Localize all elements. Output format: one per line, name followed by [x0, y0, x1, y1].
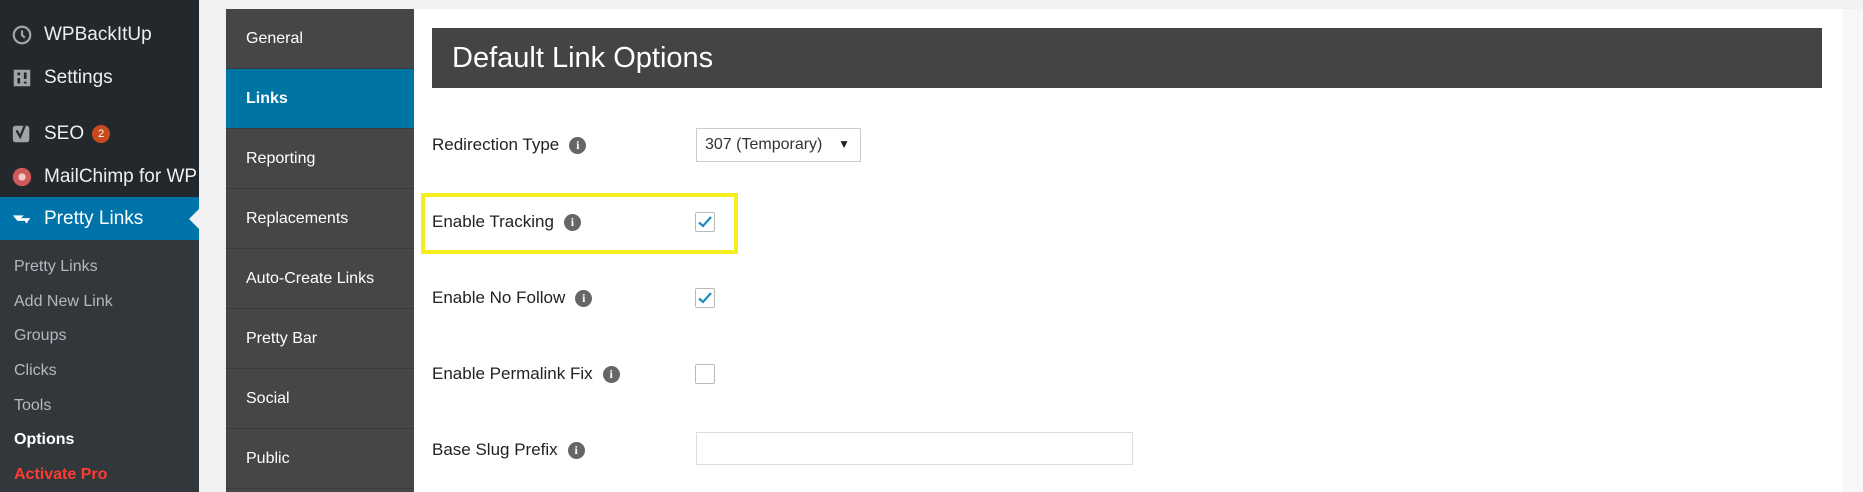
enable-no-follow-checkbox[interactable] [695, 288, 715, 308]
submenu-options[interactable]: Options [14, 431, 74, 449]
mailchimp-icon [10, 165, 34, 189]
checkmark-icon [698, 292, 712, 304]
info-icon[interactable]: i [567, 441, 585, 459]
info-icon[interactable]: i [563, 213, 581, 231]
menu-item-pretty-links[interactable]: Pretty Links [0, 197, 199, 240]
tab-links[interactable]: Links [226, 69, 414, 129]
submenu-clicks[interactable]: Clicks [14, 362, 57, 380]
submenu-pretty-links[interactable]: Pretty Links [14, 258, 98, 276]
menu-item-seo[interactable]: SEO 2 [0, 112, 199, 155]
enable-tracking-checkbox[interactable] [695, 212, 715, 232]
menu-item-label: SEO [44, 122, 85, 144]
tab-auto-create-links[interactable]: Auto-Create Links [226, 249, 414, 309]
menu-item-mailchimp[interactable]: MailChimp for WP [0, 155, 199, 198]
yoast-icon [10, 122, 34, 146]
submenu-tools[interactable]: Tools [14, 397, 51, 415]
update-count-badge: 2 [92, 124, 111, 143]
redirection-type-label: Redirection Type i [432, 135, 587, 155]
label-text: Enable Permalink Fix [432, 364, 593, 383]
info-icon[interactable]: i [575, 289, 593, 307]
tab-public[interactable]: Public [226, 429, 414, 489]
tab-replacements[interactable]: Replacements [226, 189, 414, 249]
clock-icon [10, 23, 34, 47]
base-slug-prefix-input[interactable] [696, 432, 1133, 465]
settings-icon [10, 66, 34, 90]
enable-no-follow-label: Enable No Follow i [432, 288, 593, 308]
tab-social[interactable]: Social [226, 369, 414, 429]
info-icon[interactable]: i [569, 136, 587, 154]
label-text: Enable Tracking [432, 212, 554, 231]
select-value: 307 (Temporary) [705, 136, 823, 153]
sidebar-top-edge [0, 0, 199, 10]
section-title: Default Link Options [452, 41, 714, 74]
pretty-links-icon [10, 207, 34, 231]
menu-item-label: Settings [44, 66, 113, 88]
tab-reporting[interactable]: Reporting [226, 129, 414, 189]
base-slug-prefix-label: Base Slug Prefix i [432, 440, 585, 460]
section-heading: Default Link Options [432, 28, 1822, 88]
enable-tracking-label: Enable Tracking i [432, 212, 581, 232]
menu-item-label: WPBackItUp [44, 23, 152, 45]
pretty-links-submenu: Pretty Links Add New Link Groups Clicks … [0, 240, 199, 492]
dropdown-arrow-icon: ▼ [838, 137, 850, 151]
scrollbar[interactable] [1843, 9, 1863, 492]
submenu-activate-pro[interactable]: Activate Pro [14, 466, 107, 484]
enable-permalink-fix-label: Enable Permalink Fix i [432, 364, 620, 384]
submenu-add-new-link[interactable]: Add New Link [14, 293, 113, 311]
menu-item-settings[interactable]: Settings [0, 56, 199, 99]
menu-item-wpbackitup[interactable]: WPBackItUp [0, 13, 199, 56]
submenu-groups[interactable]: Groups [14, 327, 66, 345]
menu-item-label: MailChimp for WP [44, 165, 198, 187]
checkmark-icon [698, 216, 712, 228]
tab-general[interactable]: General [226, 9, 414, 69]
menu-item-label: Pretty Links [44, 207, 144, 229]
enable-permalink-fix-checkbox[interactable] [695, 364, 715, 384]
options-nav: General Links Reporting Replacements Aut… [226, 9, 414, 492]
label-text: Enable No Follow [432, 288, 566, 307]
tab-pretty-bar[interactable]: Pretty Bar [226, 309, 414, 369]
info-icon[interactable]: i [602, 365, 620, 383]
redirection-type-select[interactable]: 307 (Temporary) ▼ [696, 128, 861, 162]
label-text: Redirection Type [432, 135, 560, 154]
label-text: Base Slug Prefix [432, 440, 558, 459]
admin-sidebar: WPBackItUp Settings SEO 2 MailChimp for … [0, 0, 199, 492]
